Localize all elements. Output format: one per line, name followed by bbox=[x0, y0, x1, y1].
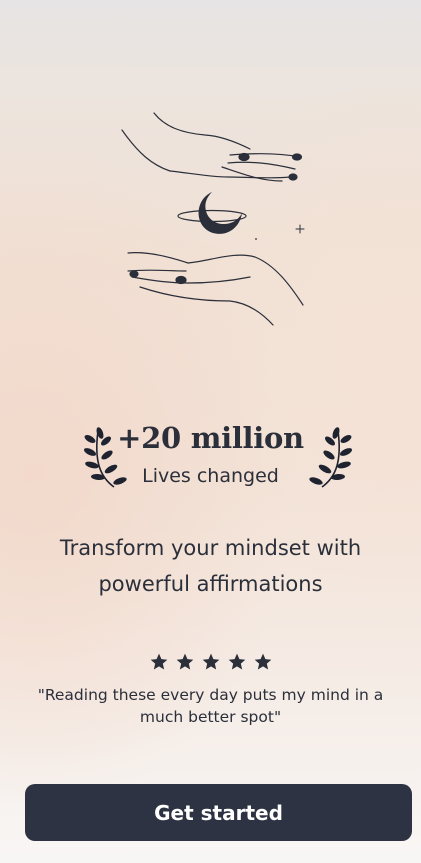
star-icon bbox=[149, 652, 169, 672]
rating-stars bbox=[0, 652, 421, 672]
laurel-right-icon bbox=[306, 425, 353, 489]
headline: Transform your mindset with powerful aff… bbox=[59, 536, 362, 596]
star-icon bbox=[201, 652, 221, 672]
star-icon bbox=[253, 652, 273, 672]
stat-number: +20 million bbox=[117, 421, 304, 455]
testimonial-quote: "Reading these every day puts my mind in… bbox=[37, 686, 384, 726]
hands-holding-moon-illustration bbox=[110, 105, 315, 330]
star-icon bbox=[175, 652, 195, 672]
stat-section: +20 million Lives changed bbox=[0, 415, 421, 505]
get-started-button[interactable]: Get started bbox=[25, 784, 412, 841]
star-icon bbox=[227, 652, 247, 672]
stat-label: Lives changed bbox=[142, 465, 279, 487]
